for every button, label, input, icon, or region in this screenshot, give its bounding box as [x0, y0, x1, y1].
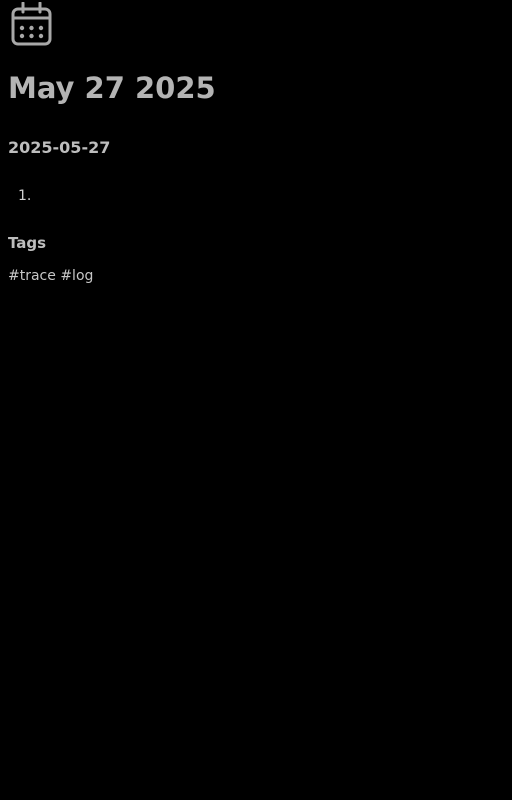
date-heading: 2025-05-27 — [8, 138, 111, 157]
tags-heading: Tags — [8, 234, 47, 252]
list-item[interactable]: 1. — [18, 185, 37, 207]
entry-list: 1. — [18, 185, 37, 207]
tag-log[interactable]: #log — [60, 268, 93, 284]
page-title: May 27 2025 — [8, 71, 216, 105]
tags-row: #trace #log — [8, 265, 93, 287]
calendar-icon — [11, 2, 52, 46]
note-page: May 27 2025 2025-05-27 1. Tags #trace #l… — [0, 0, 512, 800]
tag-trace[interactable]: #trace — [8, 268, 56, 284]
list-item-number: 1. — [18, 188, 32, 204]
